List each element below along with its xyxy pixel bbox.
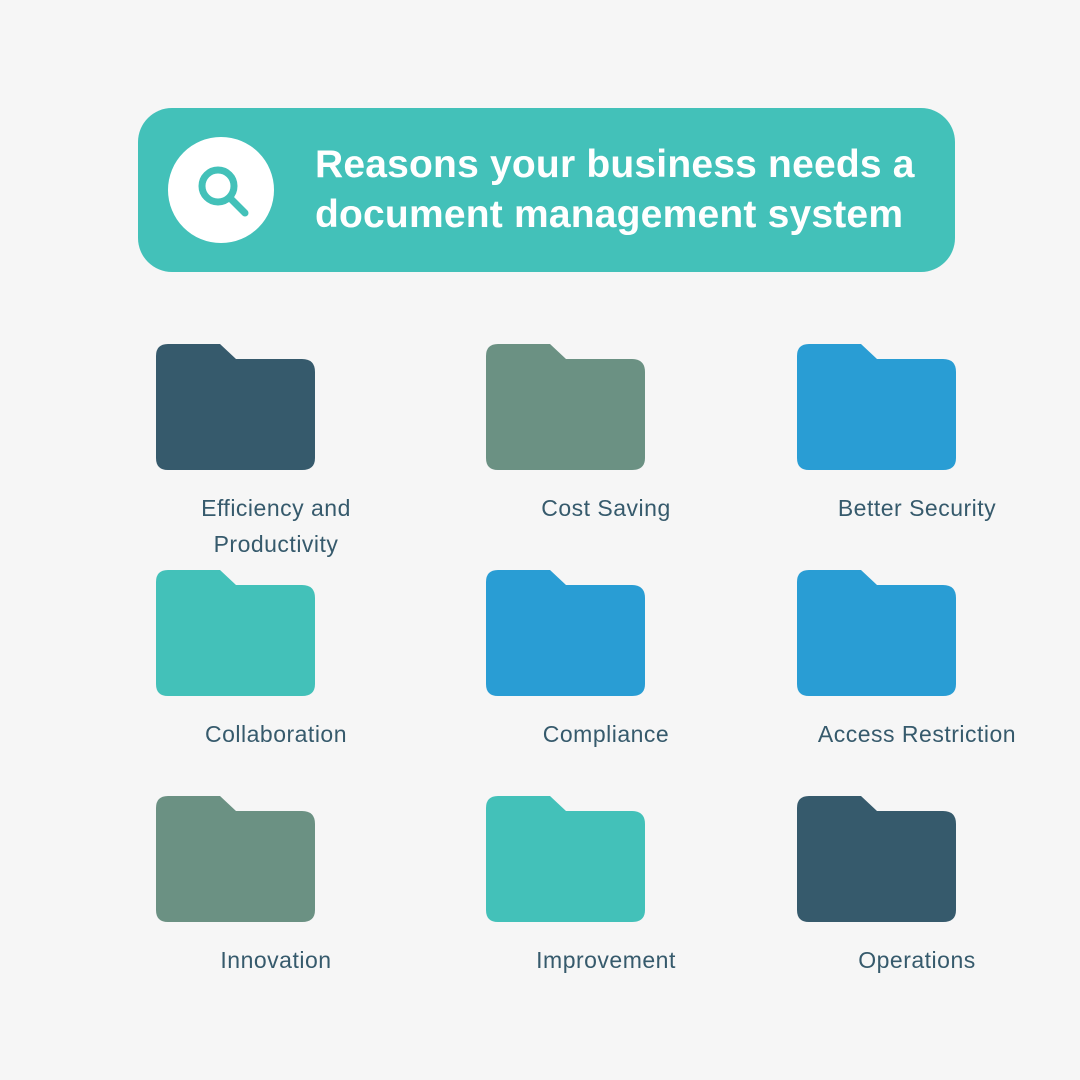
- reason-label-line: Efficiency and: [201, 495, 351, 521]
- folder-icon: [156, 796, 315, 922]
- folder-icon: [486, 570, 645, 696]
- reason-label: Innovation: [136, 942, 416, 978]
- search-icon: [198, 166, 249, 217]
- folder-icon: [156, 570, 315, 696]
- reason-label-line: Innovation: [220, 947, 332, 973]
- folder-icon: [797, 796, 956, 922]
- reason-label: Efficiency and Productivity: [136, 490, 416, 562]
- search-icon-badge: [168, 137, 274, 243]
- folder-icon: [797, 570, 956, 696]
- reason-label-line: Better Security: [837, 495, 997, 521]
- reason-label: Improvement: [466, 942, 746, 978]
- reason-label-line: Compliance: [542, 721, 670, 747]
- folder-icon: [486, 796, 645, 922]
- folder-icon: [797, 344, 956, 470]
- reason-label-line: Productivity: [213, 531, 339, 557]
- reason-label-line: Improvement: [536, 947, 676, 973]
- reason-label: Collaboration: [136, 716, 416, 752]
- folder-icon: [156, 344, 315, 470]
- reason-label-line: Cost Saving: [541, 495, 671, 521]
- title-line-1: Reasons your business needs a: [315, 143, 915, 186]
- reason-label: Cost Saving: [466, 490, 746, 526]
- reason-label: Operations: [777, 942, 1057, 978]
- reason-label: Better Security: [777, 490, 1057, 526]
- title-line-2: document management system: [315, 193, 904, 236]
- reason-label-line: Access Restriction: [817, 721, 1017, 747]
- page-title: Reasons your business needs a document m…: [315, 140, 915, 240]
- reason-label: Access Restriction: [777, 716, 1057, 752]
- folder-icon: [486, 344, 645, 470]
- reason-label-line: Collaboration: [204, 721, 348, 747]
- reason-label-line: Operations: [858, 947, 976, 973]
- reason-label: Compliance: [466, 716, 746, 752]
